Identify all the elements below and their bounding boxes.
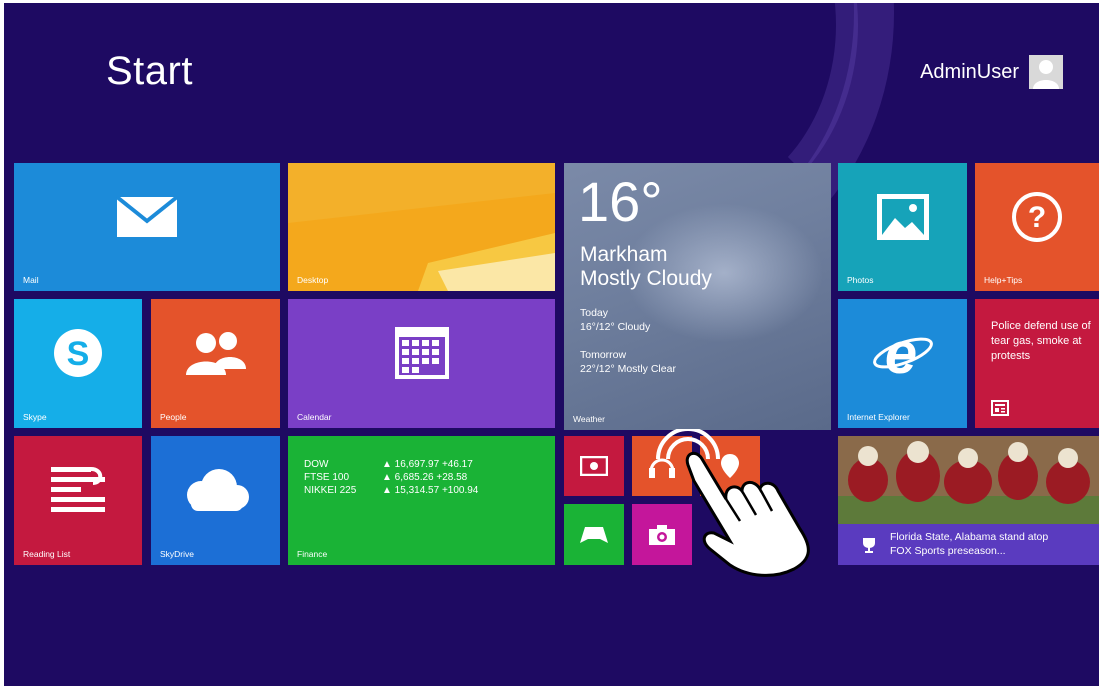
- tile-label: Help+Tips: [984, 275, 1023, 285]
- news-headline: Police defend use of tear gas, smoke at …: [991, 320, 1091, 362]
- svg-text:e: e: [884, 325, 916, 381]
- user-name: AdminUser: [920, 60, 1019, 83]
- envelope-icon: [115, 195, 179, 237]
- tile-photos[interactable]: Photos: [838, 163, 967, 291]
- finance-ticker: DOW ▲ 16,697.97 +46.17 FTSE 100 ▲ 6,685.26…: [304, 458, 555, 497]
- tile-label: Skype: [23, 412, 47, 422]
- desktop-wallpaper-image: [288, 163, 555, 291]
- tile-label: Internet Explorer: [847, 412, 910, 422]
- start-screen: Start AdminUser Mail Desktop 16° Markham…: [4, 3, 1099, 686]
- tile-label: Desktop: [297, 275, 329, 285]
- sports-headline: Florida State, Alabama stand atop FOX Sp…: [890, 531, 1049, 557]
- finance-row: DOW ▲ 16,697.97 +46.17: [304, 459, 473, 470]
- weather-today-value: 16°/12° Cloudy: [580, 321, 651, 333]
- sports-photo: [838, 436, 1099, 524]
- calendar-icon: [394, 327, 449, 380]
- question-icon: ?: [1012, 191, 1062, 242]
- picture-icon: [876, 193, 929, 240]
- weather-tomorrow-label: Tomorrow: [580, 349, 627, 361]
- tile-sports[interactable]: Florida State, Alabama stand atop FOX Sp…: [838, 436, 1099, 565]
- tile-label: People: [160, 412, 187, 422]
- skype-icon: S: [54, 329, 102, 378]
- tile-calendar[interactable]: Calendar: [288, 299, 555, 428]
- reading-list-icon: [51, 467, 105, 513]
- ie-icon: e: [872, 325, 933, 381]
- hand-pointer-icon: [656, 429, 810, 577]
- page-title: Start: [106, 49, 193, 93]
- tile-games[interactable]: [564, 504, 624, 565]
- game-controller-icon: [580, 526, 608, 543]
- tile-skype[interactable]: S Skype: [14, 299, 142, 428]
- weather-temperature: 16°: [578, 170, 663, 233]
- tile-help-tips[interactable]: ? Help+Tips: [975, 163, 1099, 291]
- tile-label: Calendar: [297, 412, 332, 422]
- tile-label: Reading List: [23, 549, 71, 559]
- tile-skydrive[interactable]: SkyDrive: [151, 436, 280, 565]
- svg-text:S: S: [67, 335, 90, 373]
- user-avatar-icon: [1029, 55, 1063, 89]
- tile-news[interactable]: Police defend use of tear gas, smoke at …: [975, 299, 1099, 428]
- weather-condition: Mostly Cloudy: [580, 267, 712, 290]
- finance-row: NIKKEI 225 ▲ 15,314.57 +100.94: [304, 485, 479, 496]
- tile-desktop[interactable]: Desktop: [288, 163, 555, 291]
- svg-text:?: ?: [1028, 201, 1046, 234]
- tile-label: SkyDrive: [160, 549, 195, 559]
- tile-label: Finance: [297, 549, 328, 559]
- weather-tomorrow-value: 22°/12° Mostly Clear: [580, 363, 676, 375]
- weather-city: Markham: [580, 243, 668, 266]
- tile-label: Weather: [573, 414, 605, 424]
- tile-reading-list[interactable]: Reading List: [14, 436, 142, 565]
- tile-mail[interactable]: Mail: [14, 163, 280, 291]
- tile-video[interactable]: [564, 436, 624, 496]
- finance-row: FTSE 100 ▲ 6,685.26 +28.58: [304, 472, 468, 483]
- video-icon: [580, 456, 608, 476]
- tile-people[interactable]: People: [151, 299, 280, 428]
- tile-label: Mail: [23, 275, 39, 285]
- weather-today-label: Today: [580, 307, 609, 319]
- newspaper-icon: [991, 400, 1009, 416]
- avatar: [1029, 55, 1063, 89]
- tile-internet-explorer[interactable]: e Internet Explorer: [838, 299, 967, 428]
- people-icon: [185, 332, 246, 376]
- cloud-icon: [186, 469, 249, 512]
- tile-weather[interactable]: 16° Markham Mostly Cloudy Today 16°/12° …: [564, 163, 831, 430]
- user-account[interactable]: AdminUser: [920, 55, 1063, 89]
- trophy-icon: [863, 538, 875, 553]
- tile-label: Photos: [847, 275, 874, 285]
- tile-finance[interactable]: DOW ▲ 16,697.97 +46.17 FTSE 100 ▲ 6,685.26…: [288, 436, 555, 565]
